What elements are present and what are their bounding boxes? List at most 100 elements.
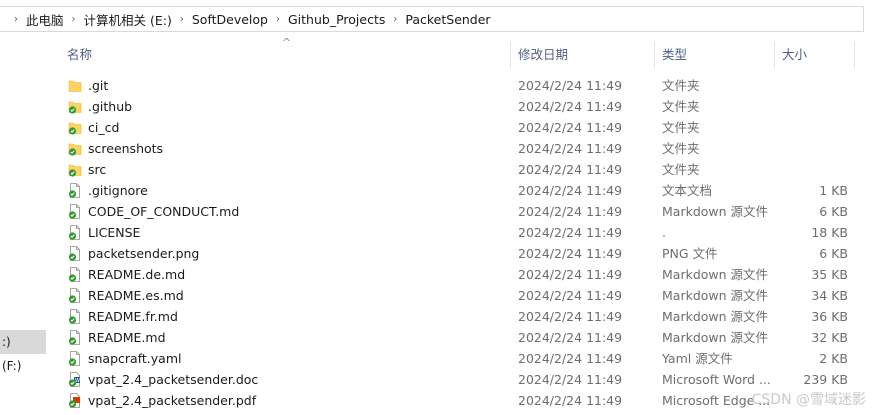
chevron-right-icon[interactable]: › (72, 14, 76, 25)
file-type: 文件夹 (662, 162, 700, 177)
file-name: CODE_OF_CONDUCT.md (88, 204, 240, 219)
word-document-icon: W (68, 372, 82, 387)
column-header-type[interactable]: 类型 (655, 40, 687, 70)
file-size: 18 KB (811, 225, 848, 240)
file-date: 2024/2/24 11:49 (518, 78, 623, 93)
file-name: packetsender.png (88, 246, 200, 261)
watermark: CSDN @雪域迷影 (751, 392, 866, 408)
file-type: Markdown 源文件 (662, 267, 769, 282)
file-row[interactable]: .git 2024/2/24 11:49 文件夹 (60, 75, 874, 96)
file-type: Markdown 源文件 (662, 288, 769, 303)
file-synced-icon (68, 204, 82, 219)
file-date: 2024/2/24 11:49 (518, 225, 623, 240)
breadcrumb-softdevelop[interactable]: SoftDevelop (192, 12, 268, 27)
nav-item-drive-f[interactable]: (F:) (0, 354, 46, 378)
file-date: 2024/2/24 11:49 (518, 246, 623, 261)
file-row[interactable]: Wvpat_2.4_packetsender.doc 2024/2/24 11:4… (60, 369, 874, 390)
file-name: README.md (88, 330, 166, 345)
pdf-document-icon (68, 393, 82, 408)
file-name: ci_cd (88, 120, 120, 135)
file-row[interactable]: README.es.md 2024/2/24 11:49 Markdown 源文件 3… (60, 285, 874, 306)
file-row[interactable]: .gitignore 2024/2/24 11:49 文本文档 1 KB (60, 180, 874, 201)
file-size: 2 KB (819, 351, 848, 366)
file-type: 文件夹 (662, 78, 700, 93)
file-date: 2024/2/24 11:49 (518, 309, 623, 324)
file-synced-icon (68, 351, 82, 366)
column-header-date[interactable]: 修改日期 (511, 40, 568, 70)
breadcrumb-packetsender[interactable]: PacketSender (405, 12, 490, 27)
file-type: Microsoft Word ... (662, 372, 771, 387)
breadcrumb-this-pc[interactable]: 此电脑 (26, 10, 64, 29)
file-synced-icon (68, 267, 82, 282)
file-row[interactable]: .github 2024/2/24 11:49 文件夹 (60, 96, 874, 117)
file-date: 2024/2/24 11:49 (518, 99, 623, 114)
folder-synced-icon (68, 162, 82, 177)
breadcrumb-github-projects[interactable]: Github_Projects (288, 12, 385, 27)
file-name: README.es.md (88, 288, 184, 303)
file-name: src (88, 162, 107, 177)
file-type: Markdown 源文件 (662, 204, 769, 219)
navigation-pane[interactable]: :) (F:) (0, 38, 46, 415)
file-synced-icon (68, 330, 82, 345)
file-size: 6 KB (819, 204, 848, 219)
file-row[interactable]: CODE_OF_CONDUCT.md 2024/2/24 11:49 Markdow… (60, 201, 874, 222)
chevron-right-icon[interactable]: › (393, 14, 397, 25)
file-row[interactable]: ci_cd 2024/2/24 11:49 文件夹 (60, 117, 874, 138)
sort-ascending-icon: ^ (282, 36, 292, 49)
file-size: 6 KB (819, 246, 848, 261)
chevron-right-icon[interactable]: › (180, 14, 184, 25)
file-date: 2024/2/24 11:49 (518, 351, 623, 366)
file-name: .git (88, 78, 109, 93)
folder-synced-icon (68, 99, 82, 114)
file-date: 2024/2/24 11:49 (518, 267, 623, 282)
file-row[interactable]: LICENSE 2024/2/24 11:49. 18 KB (60, 222, 874, 243)
address-bar[interactable]: › 此电脑 › 计算机相关 (E:) › SoftDevelop › Githu… (0, 0, 874, 38)
file-name: vpat_2.4_packetsender.doc (88, 372, 259, 387)
file-date: 2024/2/24 11:49 (518, 372, 623, 387)
file-date: 2024/2/24 11:49 (518, 183, 623, 198)
file-type: PNG 文件 (662, 246, 718, 261)
file-row[interactable]: snapcraft.yaml 2024/2/24 11:49 Yaml 源文件 2 K… (60, 348, 874, 369)
file-row[interactable]: README.de.md 2024/2/24 11:49 Markdown 源文件 3… (60, 264, 874, 285)
breadcrumb[interactable]: › 此电脑 › 计算机相关 (E:) › SoftDevelop › Githu… (0, 6, 864, 32)
file-name: vpat_2.4_packetsender.pdf (88, 393, 257, 408)
column-header-row: ^ 名称 修改日期 类型 大小 (60, 36, 874, 72)
file-type: Markdown 源文件 (662, 330, 769, 345)
file-row[interactable]: README.fr.md 2024/2/24 11:49 Markdown 源文件 3… (60, 306, 874, 327)
file-type: Markdown 源文件 (662, 309, 769, 324)
file-type: 文本文档 (662, 183, 713, 198)
folder-icon (68, 78, 82, 93)
file-name: LICENSE (88, 225, 141, 240)
folder-synced-icon (68, 120, 82, 135)
file-row[interactable]: src 2024/2/24 11:49 文件夹 (60, 159, 874, 180)
file-row[interactable]: README.md 2024/2/24 11:49 Markdown 源文件 32 K… (60, 327, 874, 348)
file-name: README.fr.md (88, 309, 178, 324)
file-size: 35 KB (811, 267, 848, 282)
file-name: snapcraft.yaml (88, 351, 182, 366)
file-date: 2024/2/24 11:49 (518, 288, 623, 303)
nav-item-drive-e[interactable]: :) (0, 330, 46, 354)
file-type: . (662, 225, 666, 240)
file-date: 2024/2/24 11:49 (518, 393, 623, 408)
column-divider[interactable] (854, 42, 855, 68)
column-header-size[interactable]: 大小 (775, 40, 807, 70)
file-rows: .git 2024/2/24 11:49 文件夹 .github 2024/2/24 1… (60, 75, 874, 411)
file-list: ^ 名称 修改日期 类型 大小 .git 2024/2/24 11:49 文件夹 .g… (46, 36, 874, 415)
file-synced-icon (68, 309, 82, 324)
file-size: 34 KB (811, 288, 848, 303)
column-header-name[interactable]: 名称 (60, 40, 92, 70)
file-name: .gitignore (88, 183, 148, 198)
file-row[interactable]: screenshots 2024/2/24 11:49 文件夹 (60, 138, 874, 159)
file-synced-icon (68, 225, 82, 240)
breadcrumb-drive-e[interactable]: 计算机相关 (E:) (84, 10, 172, 29)
file-synced-icon (68, 183, 82, 198)
chevron-right-icon[interactable]: › (276, 14, 280, 25)
chevron-right-icon[interactable]: › (14, 14, 18, 25)
file-name: README.de.md (88, 267, 186, 282)
file-synced-icon (68, 246, 82, 261)
file-row[interactable]: packetsender.png 2024/2/24 11:49 PNG 文件 6 K… (60, 243, 874, 264)
file-name: screenshots (88, 141, 164, 156)
file-date: 2024/2/24 11:49 (518, 204, 623, 219)
file-type: 文件夹 (662, 120, 700, 135)
file-date: 2024/2/24 11:49 (518, 120, 623, 135)
